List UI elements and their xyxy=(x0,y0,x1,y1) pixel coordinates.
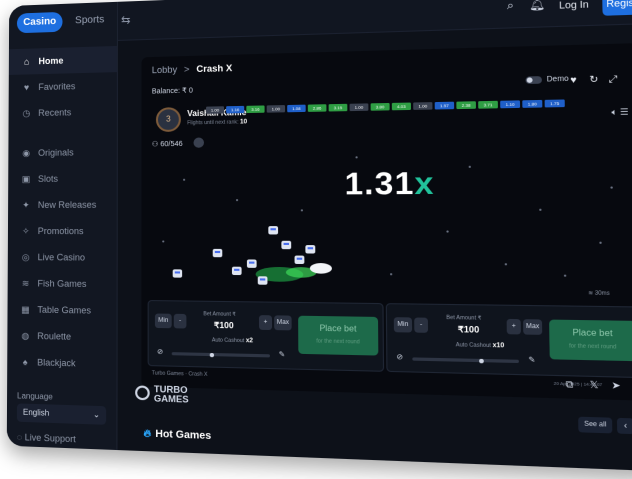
sidebar-item-roulette[interactable]: ◍ Roulette xyxy=(7,322,116,351)
cards-icon: ♠ xyxy=(19,357,31,367)
tab-casino[interactable]: Casino xyxy=(17,12,63,33)
bet-panel-2: Min - Bet Amount ₹ ₹100 + Max Auto Casho… xyxy=(386,303,632,378)
bet-amount-label: Bet Amount ₹ xyxy=(446,315,481,322)
prev-arrow-button[interactable]: ‹ xyxy=(617,418,632,434)
heart-icon: ♥ xyxy=(21,82,33,92)
clock-icon: ◷ xyxy=(20,108,32,119)
new-icon: ✦ xyxy=(20,199,32,210)
table-icon: ▦ xyxy=(19,304,31,315)
sidebar-item-new-releases[interactable]: ✦ New Releases xyxy=(8,191,117,218)
tab-sports[interactable]: Sports xyxy=(66,10,112,32)
bet-panel-1: Min - Bet Amount ₹ ₹100 + Max Auto Casho… xyxy=(148,300,384,372)
bet-amount-label: Bet Amount ₹ xyxy=(203,311,235,318)
place-bet-button[interactable]: Place bet for the next round xyxy=(549,320,632,362)
auto-cashout-label: Auto Cashout x2 xyxy=(212,337,253,344)
language-select[interactable]: English ⌄ xyxy=(17,403,106,424)
auto-cashout-slider[interactable] xyxy=(412,357,519,363)
auto-cashout-slider[interactable] xyxy=(172,352,270,357)
sidebar-item-home[interactable]: ⌂ Home xyxy=(9,46,117,75)
max-bet-button[interactable]: Max xyxy=(523,319,542,335)
bet-amount-value[interactable]: ₹100 xyxy=(214,321,234,331)
sidebar-item-promotions[interactable]: ✧ Promotions xyxy=(8,218,117,244)
place-bet-button[interactable]: Place bet for the next round xyxy=(298,316,378,356)
hot-games-title: 🔥︎ Hot Games xyxy=(143,428,211,442)
increase-bet-button[interactable]: + xyxy=(507,319,521,335)
x-social-icon[interactable]: 𝕏 xyxy=(590,379,599,391)
sidebar-item-blackjack[interactable]: ♠ Blackjack xyxy=(7,349,116,378)
live-icon: ◎ xyxy=(20,252,32,263)
sidebar-item-live-casino[interactable]: ◎ Live Casino xyxy=(8,244,117,271)
login-button[interactable]: Log In xyxy=(550,0,598,15)
collapse-sidebar-icon[interactable]: ⇆ xyxy=(121,13,135,26)
telegram-icon[interactable]: ➤ xyxy=(611,380,620,393)
sidebar-nav: ⌂ Home ♥ Favorites ◷ Recents ◉ Originals ▣ Sl… xyxy=(7,46,117,378)
decrease-bet-button[interactable]: - xyxy=(174,314,187,329)
live-support-link[interactable]: ◌ Live Support xyxy=(17,432,76,444)
slider-thumb[interactable] xyxy=(210,353,214,357)
edit-icon[interactable]: ✎ xyxy=(279,350,285,359)
search-icon[interactable]: ⌕ xyxy=(503,0,517,13)
crash-game-frame: Lobby > Crash X Balance: ₹ 0 Demo ♥ ↻ ⤢ … xyxy=(141,43,632,401)
bet-amount-value[interactable]: ₹100 xyxy=(458,325,479,335)
sidebar-item-fish-games[interactable]: ≋ Fish Games xyxy=(8,270,117,297)
min-bet-button[interactable]: Min xyxy=(394,317,412,332)
decrease-bet-button[interactable]: - xyxy=(414,317,428,332)
main-content: Lobby > Crash X Balance: ₹ 0 Demo ♥ ↻ ⤢ … xyxy=(121,27,632,471)
support-icon: ◌ xyxy=(17,432,25,442)
language-label: Language xyxy=(17,391,53,401)
sidebar-item-recents[interactable]: ◷ Recents xyxy=(9,98,117,126)
increase-bet-button[interactable]: + xyxy=(259,315,272,330)
bell-icon[interactable]: 🔔︎ xyxy=(529,0,543,12)
slider-thumb[interactable] xyxy=(479,359,484,363)
promo-icon: ✧ xyxy=(20,226,32,237)
originals-icon: ◉ xyxy=(20,147,32,158)
turbo-logo-mark-icon xyxy=(135,385,150,400)
sidebar-item-slots[interactable]: ▣ Slots xyxy=(8,165,117,192)
fire-icon: 🔥︎ xyxy=(143,428,151,440)
roulette-icon: ◍ xyxy=(19,330,31,341)
auto-cashout-label: Auto Cashout x10 xyxy=(456,342,505,350)
casino-app-device: ⌂ Home ♥ Favorites ◷ Recents ◉ Originals ▣ Sl… xyxy=(7,0,632,471)
auto-cashout-toggle-icon[interactable]: ⊘ xyxy=(396,353,403,362)
register-button[interactable]: Register xyxy=(602,0,632,16)
copy-link-icon[interactable]: ⧉ xyxy=(566,378,574,390)
sidebar-item-favorites[interactable]: ♥ Favorites xyxy=(9,72,117,101)
sidebar-item-originals[interactable]: ◉ Originals xyxy=(8,139,117,166)
see-all-button[interactable]: See all xyxy=(578,417,612,434)
chevron-down-icon: ⌄ xyxy=(93,406,100,425)
sidebar-item-table-games[interactable]: ▦ Table Games xyxy=(7,296,116,324)
turbo-games-logo: TURBO GAMES xyxy=(154,385,189,405)
min-bet-button[interactable]: Min xyxy=(155,314,172,329)
slots-icon: ▣ xyxy=(20,173,32,184)
edit-icon[interactable]: ✎ xyxy=(528,356,535,365)
auto-cashout-toggle-icon[interactable]: ⊘ xyxy=(157,348,163,356)
sidebar: ⌂ Home ♥ Favorites ◷ Recents ◉ Originals ▣ Sl… xyxy=(7,2,118,450)
network-latency: ≋ 30ms xyxy=(588,290,610,297)
home-icon: ⌂ xyxy=(21,56,33,66)
max-bet-button[interactable]: Max xyxy=(274,315,292,330)
fish-icon: ≋ xyxy=(20,278,32,289)
